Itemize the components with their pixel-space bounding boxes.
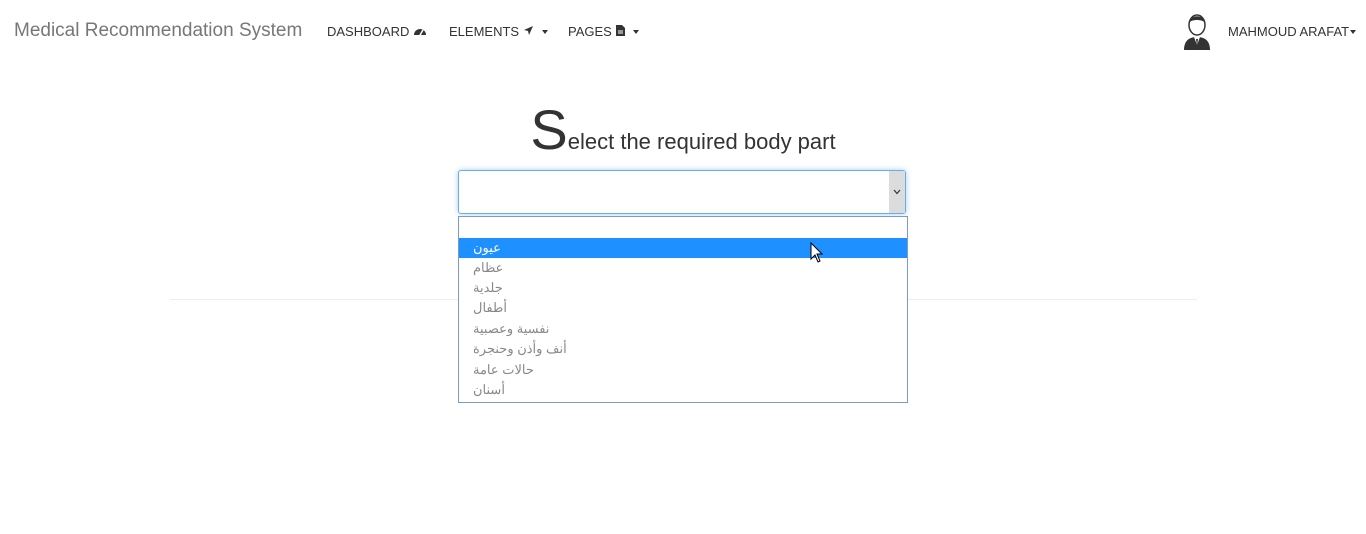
nav-elements[interactable]: ELEMENTS bbox=[449, 24, 549, 39]
chevron-down-icon bbox=[632, 29, 639, 34]
select-option[interactable]: أنف وأذن وحنجرة bbox=[459, 339, 907, 359]
chevron-down-icon bbox=[542, 29, 549, 34]
chevron-down-icon[interactable] bbox=[889, 171, 905, 213]
navbar: Medical Recommendation System DASHBOARD … bbox=[0, 0, 1366, 62]
user-menu[interactable]: MAHMOUD ARAFAT bbox=[1228, 24, 1357, 39]
select-option[interactable]: عظام bbox=[459, 258, 907, 278]
nav-elements-label: ELEMENTS bbox=[449, 24, 520, 39]
brand-title[interactable]: Medical Recommendation System bbox=[14, 20, 302, 42]
nav-pages[interactable]: PAGES bbox=[568, 24, 639, 39]
page-heading: Select the required body part bbox=[0, 100, 1366, 160]
select-option[interactable]: أطفال bbox=[459, 298, 907, 318]
select-option[interactable]: أسنان bbox=[459, 380, 907, 400]
user-name-label: MAHMOUD ARAFAT bbox=[1228, 24, 1350, 39]
body-part-select[interactable] bbox=[458, 170, 906, 214]
send-icon bbox=[523, 25, 534, 39]
chevron-down-icon bbox=[1350, 29, 1357, 34]
nav-pages-label: PAGES bbox=[568, 24, 612, 39]
file-icon bbox=[615, 24, 625, 39]
nav-dashboard-label: DASHBOARD bbox=[327, 24, 410, 39]
nav-dashboard[interactable]: DASHBOARD bbox=[327, 24, 427, 39]
mouse-cursor-icon bbox=[810, 241, 824, 264]
select-dropdown-list: عيون عظام جلدية أطفال نفسية وعصبية أنف و… bbox=[458, 216, 908, 403]
user-avatar-icon[interactable] bbox=[1179, 12, 1215, 50]
select-option[interactable]: نفسية وعصبية bbox=[459, 319, 907, 339]
heading-initial: S bbox=[530, 98, 568, 161]
select-option[interactable] bbox=[459, 217, 907, 237]
select-option[interactable]: عيون bbox=[459, 238, 907, 258]
select-option[interactable]: جلدية bbox=[459, 278, 907, 298]
dashboard-icon bbox=[413, 25, 427, 39]
select-option[interactable]: حالات عامة bbox=[459, 360, 907, 380]
heading-text: elect the required body part bbox=[567, 129, 836, 154]
